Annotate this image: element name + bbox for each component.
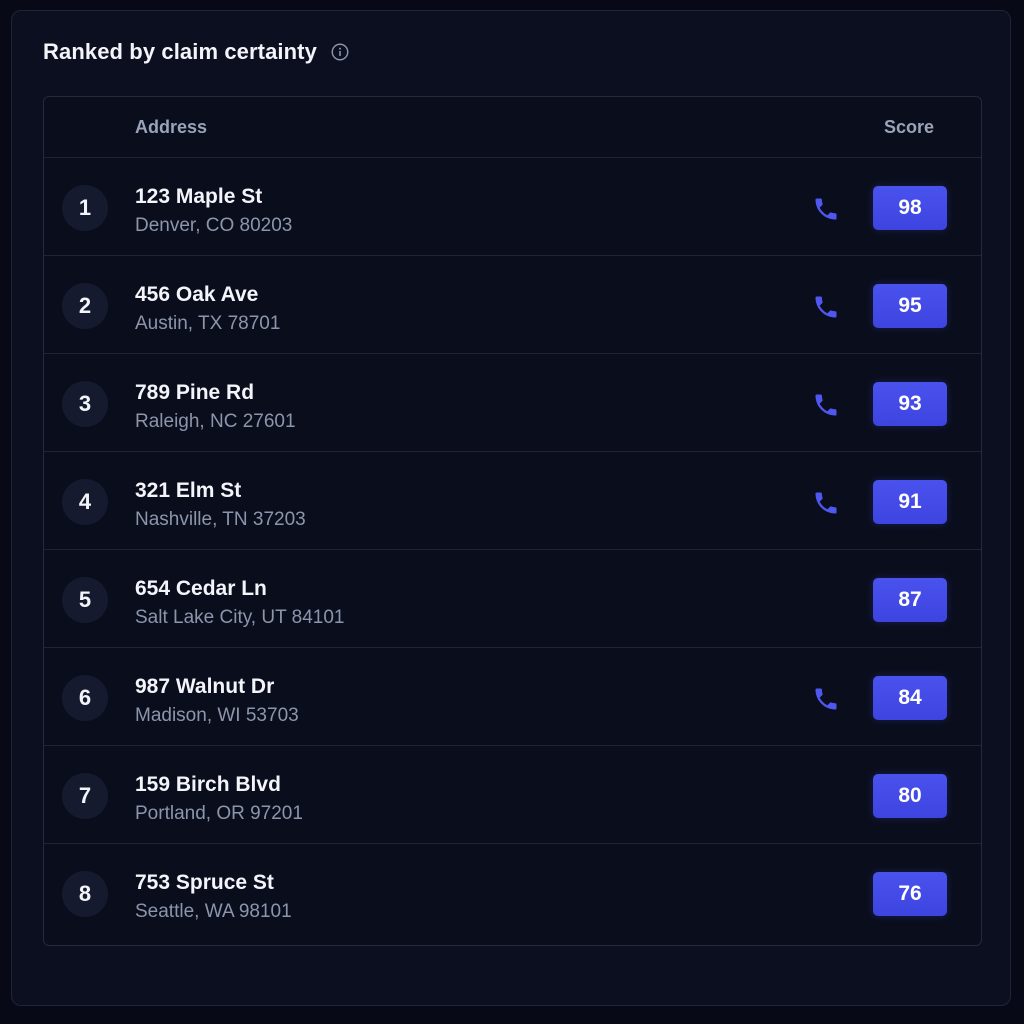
table-body: 1 123 Maple St Denver, CO 80203 98 2 456… [44,158,981,942]
rank-badge: 4 [62,479,108,525]
score-badge: 80 [873,774,947,818]
street-address: 159 Birch Blvd [135,773,281,796]
table-row[interactable]: 1 123 Maple St Denver, CO 80203 98 [44,158,981,256]
table-row[interactable]: 3 789 Pine Rd Raleigh, NC 27601 93 [44,354,981,452]
address-cell: 321 Elm St Nashville, TN 37203 [135,478,306,533]
score-badge: 76 [873,872,947,916]
city-state-zip: Denver, CO 80203 [135,215,293,236]
phone-icon[interactable] [812,489,840,517]
rank-badge: 6 [62,675,108,721]
city-state-zip: Portland, OR 97201 [135,803,303,824]
city-state-zip: Austin, TX 78701 [135,313,281,334]
address-cell: 456 Oak Ave Austin, TX 78701 [135,282,280,337]
city-state-zip: Raleigh, NC 27601 [135,411,296,432]
score-badge: 84 [873,676,947,720]
table-row[interactable]: 4 321 Elm St Nashville, TN 37203 91 [44,452,981,550]
rank-badge: 1 [62,185,108,231]
table-row[interactable]: 5 654 Cedar Ln Salt Lake City, UT 84101 … [44,550,981,648]
score-badge: 87 [873,578,947,622]
address-cell: 654 Cedar Ln Salt Lake City, UT 84101 [135,576,344,631]
panel-title: Ranked by claim certainty [43,39,317,64]
rank-badge: 2 [62,283,108,329]
info-icon[interactable] [331,43,349,61]
address-cell: 123 Maple St Denver, CO 80203 [135,184,292,239]
city-state-zip: Madison, WI 53703 [135,705,299,726]
table-row[interactable]: 2 456 Oak Ave Austin, TX 78701 95 [44,256,981,354]
street-address: 123 Maple St [135,185,263,208]
address-cell: 789 Pine Rd Raleigh, NC 27601 [135,380,296,435]
score-badge: 93 [873,382,947,426]
panel-header: Ranked by claim certainty [43,39,349,65]
column-header-score: Score [883,117,934,137]
table-row[interactable]: 7 159 Birch Blvd Portland, OR 97201 80 [44,746,981,844]
street-address: 654 Cedar Ln [135,577,267,600]
rank-badge: 5 [62,577,108,623]
address-cell: 159 Birch Blvd Portland, OR 97201 [135,772,303,827]
street-address: 321 Elm St [135,479,242,502]
table-row[interactable]: 8 753 Spruce St Seattle, WA 98101 76 [44,844,981,942]
city-state-zip: Nashville, TN 37203 [135,509,306,530]
rank-badge: 3 [62,381,108,427]
address-table: Address Score 1 123 Maple St Denver, CO … [43,96,982,946]
street-address: 753 Spruce St [135,871,274,894]
score-badge: 98 [873,186,947,230]
phone-icon[interactable] [812,685,840,713]
street-address: 789 Pine Rd [135,381,255,404]
city-state-zip: Salt Lake City, UT 84101 [135,607,345,628]
table-row[interactable]: 6 987 Walnut Dr Madison, WI 53703 84 [44,648,981,746]
address-cell: 753 Spruce St Seattle, WA 98101 [135,870,292,925]
score-badge: 95 [873,284,947,328]
rank-badge: 7 [62,773,108,819]
phone-icon[interactable] [812,195,840,223]
table-header: Address Score [44,97,981,158]
phone-icon[interactable] [812,391,840,419]
ranked-panel: Ranked by claim certainty Address Score … [11,10,1011,1006]
score-badge: 91 [873,480,947,524]
street-address: 987 Walnut Dr [135,675,275,698]
rank-badge: 8 [62,871,108,917]
column-header-address: Address [135,117,208,137]
address-cell: 987 Walnut Dr Madison, WI 53703 [135,674,299,729]
street-address: 456 Oak Ave [135,283,259,306]
city-state-zip: Seattle, WA 98101 [135,901,292,922]
phone-icon[interactable] [812,293,840,321]
